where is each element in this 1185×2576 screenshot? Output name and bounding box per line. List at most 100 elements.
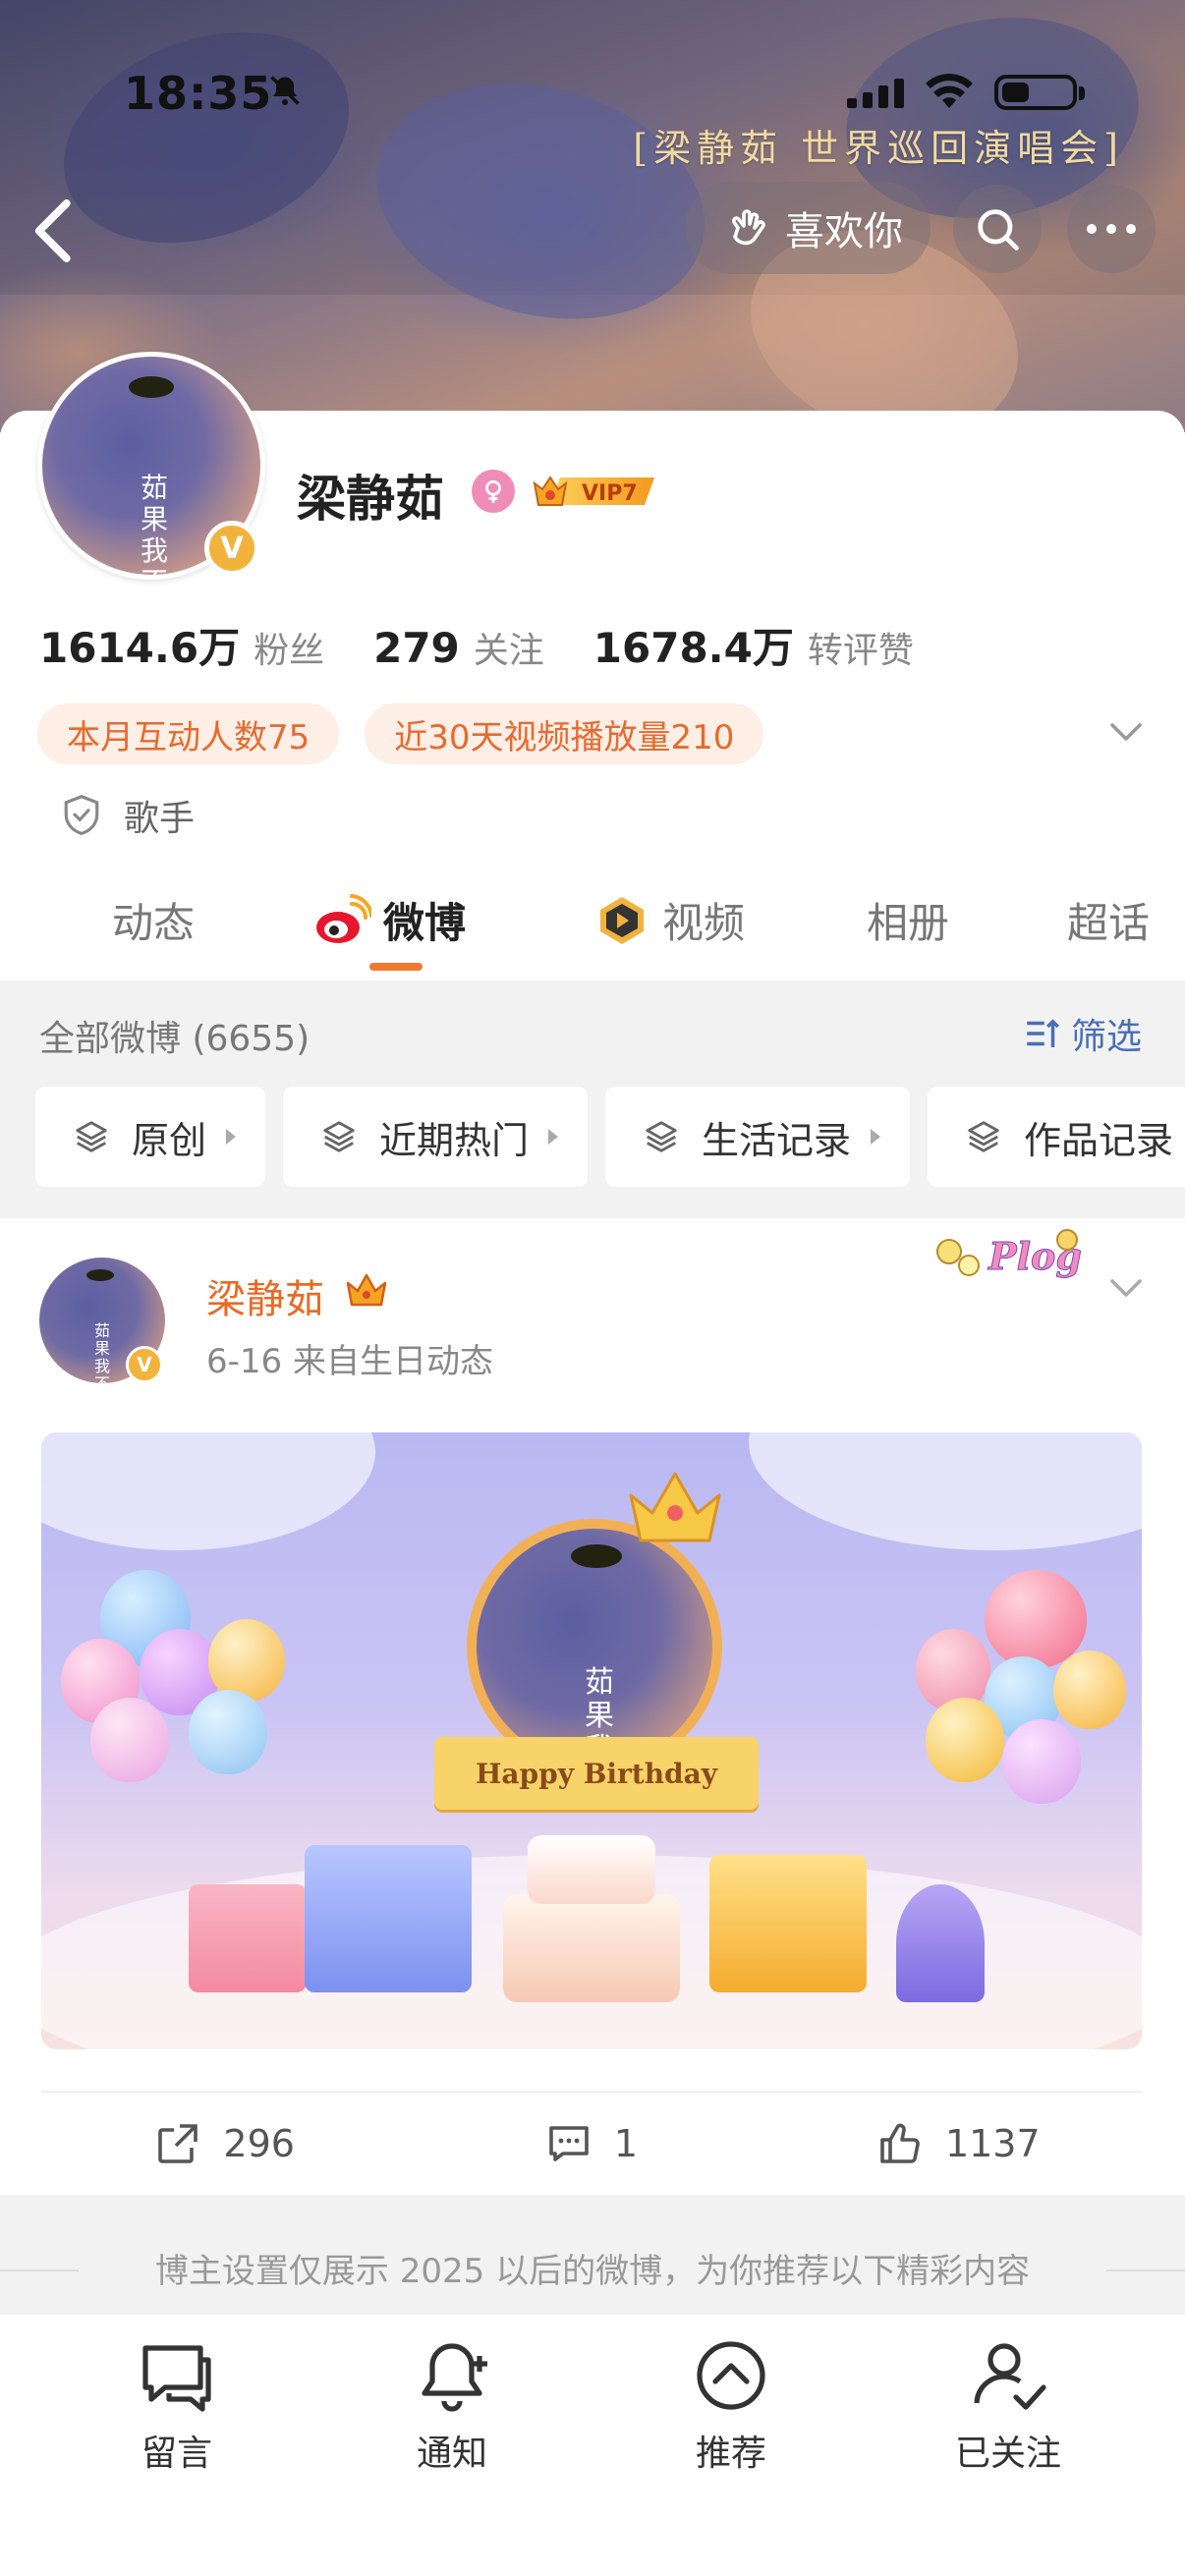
profession-label: 歌手 [124, 799, 196, 839]
chevron-down-icon[interactable] [1106, 717, 1146, 747]
avatar-eye [129, 376, 174, 398]
tab-supertopic[interactable]: 超话 [1067, 890, 1150, 950]
like-post-button[interactable]: 1137 [775, 2093, 1142, 2195]
engagement-count[interactable]: 1678.4万 [593, 615, 794, 675]
search-button[interactable] [953, 185, 1042, 273]
birthday-image[interactable]: 茹果我不... Happy Birthday [41, 1432, 1142, 2049]
like-count: 1137 [944, 2122, 1041, 2165]
wifi-icon [926, 74, 973, 108]
tab-weibo[interactable]: 微博 [314, 890, 466, 950]
shield-check-icon [64, 795, 99, 836]
display-limit-notice: 博主设置仅展示 2025 以后的微博，为你推荐以下精彩内容 [0, 2195, 1185, 2313]
bottom-label: 通知 [416, 2434, 487, 2474]
sort-filter-icon [1027, 1019, 1059, 1047]
tab-album[interactable]: 相册 [867, 890, 949, 950]
balloon-shape [926, 1698, 1004, 1782]
balloon-shape [208, 1619, 285, 1702]
verified-badge: V [126, 1346, 163, 1383]
cloud-shape [749, 1432, 1142, 1550]
pill-original[interactable]: 原创 [35, 1087, 266, 1187]
cloud-shape [41, 1432, 375, 1550]
active-tab-indicator [369, 963, 423, 971]
birthday-cake [503, 1894, 680, 2002]
pill-work-record[interactable]: 作品记录 [928, 1087, 1185, 1187]
bell-slash-icon [270, 76, 300, 105]
balloon-shape [1053, 1651, 1126, 1729]
gift-box [189, 1884, 307, 1992]
pill-life-record[interactable]: 生活记录 [605, 1087, 911, 1187]
avatar-text: 茹果我不... [141, 472, 195, 576]
notice-text: 博主设置仅展示 2025 以后的微博，为你推荐以下精彩内容 [154, 2252, 1031, 2291]
battery-icon [994, 75, 1085, 110]
user-check-icon [974, 2343, 1046, 2410]
more-icon [1087, 224, 1136, 234]
search-icon [978, 209, 1019, 251]
birthday-cake [528, 1835, 655, 1904]
tab-video[interactable]: 视频 [593, 890, 745, 950]
party-hat [896, 1884, 985, 2002]
filter-section: 全部微博 (6655) 筛选 原创 近期热门 生活记录 作品记录 [0, 980, 1185, 1216]
pill-label: 生活记录 [702, 1118, 852, 1162]
avatar-text: 茹果我不... [94, 1321, 125, 1384]
pill-recent-hot[interactable]: 近期热门 [283, 1087, 589, 1187]
birthday-avatar: 茹果我不... [467, 1519, 722, 1774]
repost-button[interactable]: 296 [41, 2093, 408, 2195]
following-label: 关注 [473, 631, 544, 671]
engagement-label: 转评赞 [807, 631, 914, 671]
chip-monthly-interaction[interactable]: 本月互动人数75 [37, 703, 340, 764]
profile-page: 18:35 [梁静茹 世界巡回演唱会] 喜欢你 茹果我不... V 梁静茹 VI… [0, 0, 1185, 2576]
pill-label: 原创 [132, 1118, 207, 1162]
post-author[interactable]: 梁静茹 [206, 1267, 324, 1324]
comment-count: 1 [613, 2122, 639, 2165]
recommend-button[interactable]: 推荐 [652, 2336, 810, 2476]
post-actions: 296 1 1137 [41, 2091, 1142, 2195]
tab-label: 视频 [662, 899, 746, 947]
balloon-shape [90, 1698, 169, 1782]
caret-right-icon [871, 1129, 881, 1145]
tab-label: 超话 [1067, 899, 1151, 947]
tab-label: 微博 [383, 899, 467, 947]
profession-tag: 歌手 [61, 790, 195, 841]
battery-level [1002, 83, 1029, 102]
message-icon [142, 2345, 211, 2412]
post-card[interactable]: 茹果我不... V 梁静茹 6-16 来自生日动态 Plog [0, 1218, 1185, 2195]
layers-icon [323, 1121, 355, 1152]
fans-count[interactable]: 1614.6万 [39, 615, 240, 675]
chevron-up-circle-icon [697, 2341, 765, 2410]
chevron-down-icon[interactable] [1106, 1273, 1146, 1303]
like-button[interactable]: 喜欢你 [685, 182, 931, 274]
layers-icon [968, 1121, 999, 1152]
crown-icon [629, 1472, 721, 1542]
clap-hand-icon [732, 209, 765, 246]
bottom-action-bar: 留言 通知 推荐 已关注 [0, 2315, 1185, 2576]
profile-tabs: 动态 微博 视频 相册 超话 [0, 865, 1185, 980]
tab-dynamics[interactable]: 动态 [112, 890, 195, 950]
filter-button[interactable]: 筛选 [1022, 1008, 1142, 1059]
followed-button[interactable]: 已关注 [930, 2336, 1087, 2476]
plog-sticker: Plog [936, 1229, 1082, 1279]
filter-pills: 原创 近期热门 生活记录 作品记录 [35, 1087, 1185, 1187]
status-time: 18:35 [124, 67, 273, 120]
filter-label: 筛选 [1070, 1017, 1142, 1057]
vip-badge[interactable]: VIP7 [531, 468, 658, 515]
gift-box [709, 1855, 867, 1992]
chip-video-plays[interactable]: 近30天视频播放量210 [365, 703, 764, 764]
tour-text: [梁静茹 世界巡回演唱会] [633, 127, 1124, 170]
repost-icon [158, 2124, 198, 2163]
message-button[interactable]: 留言 [98, 2336, 255, 2476]
bell-plus-icon [422, 2343, 487, 2412]
notification-button[interactable]: 通知 [373, 2336, 531, 2476]
like-button-label: 喜欢你 [785, 209, 903, 254]
all-weibo-count: 全部微博 (6655) [39, 1019, 310, 1059]
more-button[interactable] [1067, 185, 1156, 273]
pill-label: 近期热门 [379, 1118, 530, 1162]
status-bar: 18:35 [0, 59, 1185, 120]
avatar-eye [571, 1544, 622, 1568]
layers-icon [646, 1121, 677, 1152]
crown-icon [346, 1273, 387, 1307]
balloon-shape [189, 1690, 267, 1774]
comment-button[interactable]: 1 [408, 2093, 774, 2195]
bottom-label: 已关注 [954, 2434, 1061, 2474]
back-icon[interactable] [22, 196, 81, 265]
following-count[interactable]: 279 [373, 624, 460, 672]
